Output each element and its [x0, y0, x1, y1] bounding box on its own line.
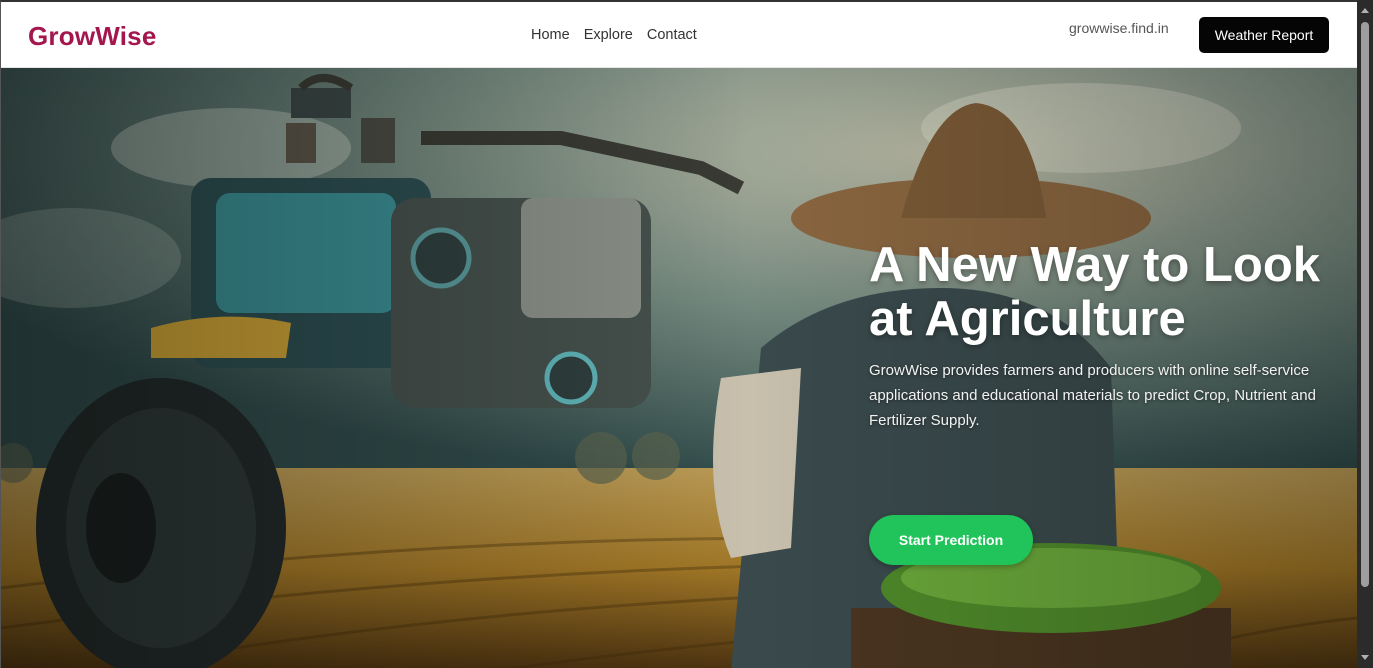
hero-description: GrowWise provides farmers and producers … [869, 362, 1316, 429]
brand-logo[interactable]: GrowWise [28, 21, 157, 52]
main-nav: Home Explore Contact [531, 27, 697, 43]
domain-link[interactable]: growwise.find.in [1069, 20, 1169, 36]
browser-viewport: GrowWise Home Explore Contact growwise.f… [0, 0, 1357, 668]
start-prediction-button[interactable]: Start Prediction [869, 515, 1033, 565]
scroll-down-arrow-icon[interactable] [1361, 655, 1369, 660]
hero-text-block: A New Way to Look at Agriculture GrowWis… [869, 238, 1329, 433]
nav-item-explore[interactable]: Explore [584, 27, 633, 43]
scroll-up-arrow-icon[interactable] [1361, 8, 1369, 13]
hero-section: A New Way to Look at Agriculture GrowWis… [1, 68, 1357, 668]
site-header: GrowWise Home Explore Contact growwise.f… [1, 2, 1357, 68]
weather-report-button[interactable]: Weather Report [1199, 17, 1329, 53]
nav-item-contact[interactable]: Contact [647, 27, 697, 43]
nav-item-home[interactable]: Home [531, 27, 570, 43]
scrollbar-thumb[interactable] [1361, 22, 1369, 587]
hero-title: A New Way to Look at Agriculture [869, 238, 1321, 346]
vertical-scrollbar[interactable] [1357, 0, 1373, 668]
